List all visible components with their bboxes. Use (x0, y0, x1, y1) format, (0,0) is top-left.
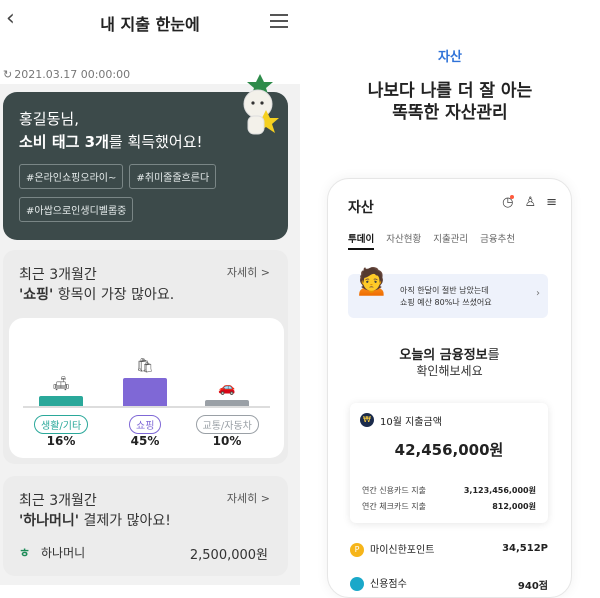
banner-line2: 쇼핑 예산 80%나 쓰셨어요 (400, 298, 492, 307)
tag-chip: #온라인쇼핑오라이~ (19, 164, 124, 189)
hamburger-icon[interactable]: ≡ (546, 195, 557, 210)
headline-line2: 똑똑한 자산관리 (392, 103, 508, 123)
category-percent: 16% (46, 434, 76, 448)
sofa-icon: 🛋 (52, 376, 70, 392)
promo-panel: 자산 나보다 나를 더 잘 아는 똑똑한 자산관리 자산 ◷ ♙ ≡ 투데이 자… (300, 0, 600, 598)
payment-item-amount: 2,500,000원 (189, 548, 268, 563)
tab-spending[interactable]: 지출관리 (433, 231, 468, 250)
payment-card-headline: '하나머니' 결제가 많아요! (19, 510, 171, 530)
finance-info-heading: 오늘의 금융정보를 (328, 344, 571, 363)
chevron-right-icon: › (536, 288, 540, 299)
category-rest: 항목이 가장 많아요. (53, 287, 175, 303)
payment-item-name: 하나머니 (41, 546, 86, 560)
category-highlight: '쇼핑' (19, 287, 54, 303)
won-icon: ₩ (360, 413, 374, 427)
credit-score-row[interactable]: 신용점수 940점 (350, 575, 548, 592)
check-card-row: 연간 체크카드 지출 812,000원 (362, 501, 536, 512)
person-illustration-icon: 🙍 (354, 264, 389, 297)
banner-line1: 아직 한달이 절반 남았는데 (400, 286, 489, 295)
mascot-icon (243, 74, 279, 135)
tag-count: 소비 태그 3개 (19, 133, 109, 151)
hamburger-icon[interactable] (270, 14, 288, 28)
category-percent: 45% (130, 434, 160, 448)
credit-score-icon (350, 577, 364, 591)
credit-card-row: 연간 신용카드 지출 3,123,456,000원 (362, 485, 536, 496)
credit-label: 연간 신용카드 지출 (362, 486, 426, 495)
payment-card: 최근 3개월간 '하나머니' 결제가 많아요! 자세히 > ㅎ 하나머니 2,50… (3, 476, 288, 576)
phone-mockup: 자산 ◷ ♙ ≡ 투데이 자산현황 지출관리 금융추천 🙍 아직 한달이 절반 … (327, 178, 572, 598)
more-link[interactable]: 자세히 > (227, 264, 270, 280)
tag-chip: #취미줄줄흐른다 (129, 164, 217, 189)
person-icon[interactable]: ♙ (524, 195, 536, 210)
timestamp: 2021.03.17 00:00:00 (14, 68, 131, 81)
category-card: 최근 3개월간 '쇼핑' 항목이 가장 많아요. 자세히 > 🛋 생활/기타 16%… (3, 250, 288, 464)
tab-recommend[interactable]: 금융추천 (480, 231, 515, 250)
phone-header-icons: ◷ ♙ ≡ (502, 195, 557, 210)
spending-panel: ‹ 내 지출 한눈에 ↻ 2021.03.17 00:00:00 홍길동님, 소비… (0, 0, 300, 585)
tab-today[interactable]: 투데이 (348, 231, 375, 250)
page-title: 내 지출 한눈에 (100, 15, 200, 34)
finance-info-bold: 오늘의 금융정보 (399, 348, 488, 363)
tab-asset-status[interactable]: 자산현황 (386, 231, 421, 250)
finance-info-sub: 확인해보세요 (416, 364, 483, 378)
bar-1 (123, 378, 167, 406)
check-value: 812,000원 (492, 502, 536, 511)
category-label: 쇼핑 (129, 415, 162, 434)
finance-info-rest: 를 (487, 348, 500, 363)
shopping-bag-icon: 🛍 (136, 358, 154, 374)
more-link[interactable]: 자세히 > (227, 490, 270, 506)
budget-alert-banner[interactable]: 🙍 아직 한달이 절반 남았는데 쇼핑 예산 80%나 쓰셨어요 › (348, 264, 548, 318)
spend-amount: 42,456,000원 (394, 441, 504, 459)
refresh-icon[interactable]: ↻ (3, 68, 12, 81)
hana-logo-icon: ㅎ (19, 546, 31, 560)
category-label: 교통/자동차 (195, 415, 259, 434)
chart-baseline (23, 406, 270, 408)
category-label: 생활/기타 (34, 415, 89, 434)
payment-highlight: '하나머니' (19, 513, 80, 529)
point-row[interactable]: P 마이신한포인트 34,512P (350, 541, 548, 561)
point-value: 34,512P (502, 543, 548, 554)
header: ‹ 내 지출 한눈에 (0, 0, 300, 44)
phone-tabs: 투데이 자산현황 지출관리 금융추천 (348, 231, 515, 250)
payment-card-title: 최근 3개월간 (19, 493, 97, 509)
phone-title: 자산 (348, 200, 374, 216)
point-label: 마이신한포인트 (370, 545, 435, 556)
check-label: 연간 체크카드 지출 (362, 502, 426, 511)
tag-message-rest: 를 획득했어요! (108, 133, 203, 151)
spend-label: 10월 지출금액 (380, 417, 442, 428)
bar-0 (39, 396, 83, 406)
category-card-headline: '쇼핑' 항목이 가장 많아요. (19, 284, 174, 304)
tag-chips: #온라인쇼핑오라이~ #취미줄줄흐른다 #아쌉으로인생디벨롭중 (19, 164, 249, 222)
payment-item[interactable]: ㅎ 하나머니 2,500,000원 (19, 544, 274, 564)
tag-chip: #아쌉으로인생디벨롭중 (19, 197, 134, 222)
alarm-icon[interactable]: ◷ (502, 195, 515, 210)
category-chart: 🛋 생활/기타 16% 🛍 쇼핑 45% 🚗 교통/자동차 10% (9, 318, 284, 458)
car-icon: 🚗 (218, 380, 236, 396)
credit-value: 3,123,456,000원 (463, 486, 536, 495)
section-subtitle: 자산 (438, 50, 462, 65)
category-card-title: 최근 3개월간 (19, 267, 97, 283)
bar-2 (205, 400, 249, 406)
point-coin-icon: P (350, 543, 364, 557)
payment-rest: 결제가 많아요! (79, 513, 171, 529)
spending-summary-card[interactable]: ₩ 10월 지출금액 42,456,000원 연간 신용카드 지출 3,123,… (350, 403, 548, 523)
category-percent: 10% (212, 434, 242, 448)
